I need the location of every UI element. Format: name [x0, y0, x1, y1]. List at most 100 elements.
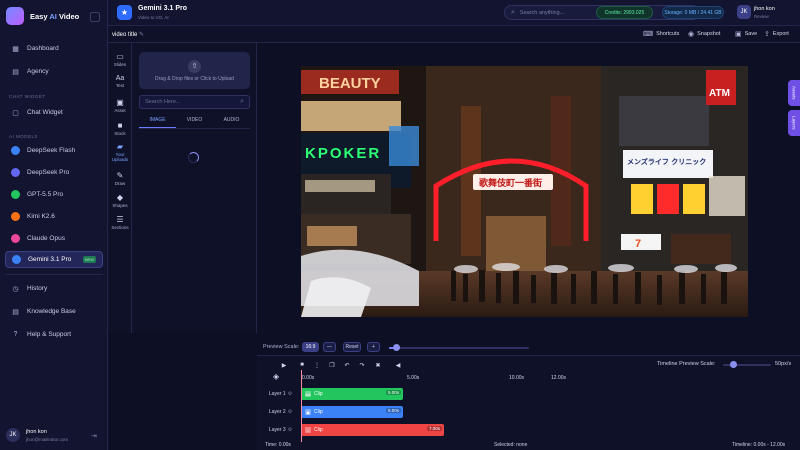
- topbar-user-name: jhon kon: [754, 6, 775, 12]
- sign-kabukicho: 歌舞伎町一番街: [479, 177, 542, 189]
- timeline-scale-value: 50px/s: [775, 361, 792, 367]
- video-title[interactable]: video title ✎: [112, 31, 144, 38]
- sidebar-item-claude[interactable]: Claude Opus: [5, 230, 103, 247]
- media-search-input[interactable]: Search Here... ⌕: [139, 95, 250, 109]
- credits-badge: Credits: 2993.025: [596, 6, 653, 19]
- sidebar: Easy AI Video ▦ Dashboard ▤ Agency CHAT …: [0, 0, 108, 450]
- sidebar-item-gpt[interactable]: GPT-5.5 Pro: [5, 186, 103, 203]
- logout-icon[interactable]: ⇥: [91, 432, 97, 440]
- shapes-icon: ◆: [116, 193, 124, 202]
- brand-ai: AI: [49, 12, 57, 21]
- video-preview[interactable]: BEAUTY KPOKER 歌舞伎町一番街 ATM メンズライフ クリニック 7: [301, 66, 748, 317]
- redo-icon[interactable]: ↷: [357, 360, 367, 370]
- timeline-clip[interactable]: ▣ Clip 5.00s: [301, 406, 403, 418]
- play-icon[interactable]: ▶: [279, 360, 289, 370]
- aspect-16-9-button[interactable]: 16:9: [302, 342, 319, 352]
- status-time: Time: 0.00s: [265, 442, 291, 448]
- new-badge: NEW: [82, 256, 96, 263]
- preview-scale-thumb[interactable]: [393, 344, 400, 351]
- settings-icon: ⚙: [287, 391, 293, 397]
- sign-clinic: メンズライフ クリニック: [627, 157, 706, 166]
- dropzone-text: Drag & Drop files or Click to Upload: [155, 75, 234, 82]
- image-icon: ▣: [116, 98, 124, 107]
- zoom-in-button[interactable]: +: [367, 342, 380, 352]
- ruler-tick-label: 10.00s: [509, 375, 525, 381]
- tab-image[interactable]: IMAGE: [139, 117, 176, 128]
- sidebar-item-kimi[interactable]: Kimi K2.6: [5, 208, 103, 225]
- building-icon: ▤: [12, 68, 19, 76]
- sidebar-item-deepseek-flash[interactable]: DeepSeek Flash: [5, 142, 103, 159]
- tab-video[interactable]: VIDEO: [176, 117, 213, 128]
- sidebar-item-chat-widget[interactable]: ▢ Chat Widget: [5, 104, 103, 121]
- layer-label: Layer 2 ⚙: [269, 409, 293, 415]
- app-logo: [6, 7, 24, 25]
- upload-dropzone[interactable]: ⇧ Drag & Drop files or Click to Upload: [139, 52, 250, 89]
- sidebar-item-label: Agency: [27, 68, 49, 75]
- preview-scale-slider[interactable]: [389, 347, 529, 349]
- copy-icon[interactable]: ❐: [327, 360, 337, 370]
- tab-audio[interactable]: AUDIO: [213, 117, 250, 128]
- sidebar-item-history[interactable]: ◷ History: [5, 280, 103, 297]
- tool-asset[interactable]: ▣ Asset: [108, 98, 132, 113]
- gpt-icon: [11, 190, 20, 199]
- sidebar-collapse-button[interactable]: [90, 12, 100, 22]
- export-button[interactable]: ⇪ Export: [764, 30, 789, 38]
- claude-icon: [11, 234, 20, 243]
- tool-text[interactable]: Aa Text: [108, 75, 132, 88]
- undo-icon[interactable]: ↶: [342, 360, 352, 370]
- tool-draw[interactable]: ✎ Draw: [108, 171, 132, 186]
- snapshot-button[interactable]: ◉ Snapshot: [688, 30, 720, 38]
- playhead[interactable]: [301, 370, 302, 442]
- sidebar-item-agency[interactable]: ▤ Agency: [5, 63, 103, 80]
- preview-scale-label: Preview Scale:: [263, 344, 300, 350]
- tool-shapes[interactable]: ◆ Shapes: [108, 193, 132, 208]
- image-icon: ▣: [305, 409, 311, 415]
- status-range: Timeline: 0.00s - 12.00s: [732, 442, 786, 448]
- timeline-scale-label: Timeline Preview Scale:: [657, 361, 716, 367]
- gemini-icon: [12, 255, 21, 264]
- timeline-clip[interactable]: ♪ Clip 7.00s: [301, 424, 444, 436]
- media-panel: ⇧ Drag & Drop files or Click to Upload S…: [132, 43, 257, 333]
- timeline-scale-thumb[interactable]: [729, 361, 737, 368]
- edit-icon: ✎: [139, 32, 145, 38]
- sidebar-item-label: Knowledge Base: [27, 308, 76, 315]
- timeline-clip[interactable]: Aa Clip 5.00s: [301, 388, 403, 400]
- side-tab-assets[interactable]: Assets: [788, 80, 800, 106]
- book-icon: ▤: [12, 308, 19, 316]
- avatar[interactable]: JK: [6, 428, 20, 442]
- split-icon[interactable]: ⋮: [312, 360, 322, 370]
- user-avatar[interactable]: JK: [737, 5, 751, 19]
- tool-uploads[interactable]: ▰ Your Uploads: [108, 142, 132, 162]
- reset-button[interactable]: Reset: [343, 342, 361, 352]
- delete-icon[interactable]: ✖: [373, 360, 383, 370]
- stock-icon: ■: [117, 121, 123, 130]
- shortcuts-button[interactable]: ⌨ Shortcuts: [643, 30, 679, 38]
- sign-seven-eleven: 7: [635, 238, 641, 250]
- save-icon: ▣: [735, 31, 742, 38]
- topbar-user-role: Review: [754, 14, 769, 19]
- sidebar-item-deepseek-pro[interactable]: DeepSeek Pro: [5, 164, 103, 181]
- pen-icon: ✎: [116, 171, 124, 180]
- tool-sections[interactable]: ☰ Sections: [108, 215, 132, 230]
- clock-icon: ◷: [12, 285, 19, 293]
- slides-icon: ▭: [116, 52, 124, 61]
- text-icon: Aa: [115, 75, 125, 82]
- app-brand: Easy AI Video: [30, 12, 79, 21]
- sidebar-item-knowledge-base[interactable]: ▤ Knowledge Base: [5, 303, 103, 320]
- zoom-out-button[interactable]: —: [323, 342, 336, 352]
- tool-stock[interactable]: ■ Stock: [108, 121, 132, 136]
- sidebar-item-label: Kimi K2.6: [27, 213, 55, 220]
- save-button[interactable]: ▣ Save: [735, 30, 757, 38]
- section-label-chat: CHAT WIDGET: [9, 94, 46, 99]
- project-icon: ★: [117, 5, 132, 20]
- side-tab-layers[interactable]: Layers: [788, 110, 800, 136]
- volume-icon[interactable]: ◀: [393, 360, 403, 370]
- sidebar-item-label: Claude Opus: [27, 235, 65, 242]
- sidebar-item-help[interactable]: ? Help & Support: [5, 326, 103, 343]
- sidebar-item-dashboard[interactable]: ▦ Dashboard: [5, 40, 103, 57]
- sign-beauty: BEAUTY: [319, 75, 381, 92]
- upload-icon: ⇧: [188, 59, 201, 73]
- stop-icon[interactable]: ■: [297, 360, 307, 370]
- sidebar-item-gemini[interactable]: Gemini 3.1 Pro NEW: [5, 251, 103, 268]
- tool-slides[interactable]: ▭ Slides: [108, 52, 132, 67]
